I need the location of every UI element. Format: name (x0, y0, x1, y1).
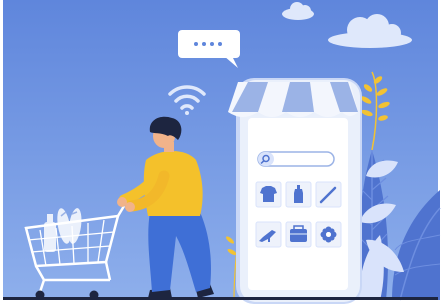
product-tile (285, 221, 312, 248)
product-tile (315, 181, 342, 208)
cart-wheel (89, 290, 99, 300)
hand (125, 202, 135, 212)
left-border (0, 0, 3, 307)
ground-line (3, 297, 438, 300)
product-tile (285, 181, 312, 208)
online-shopping-illustration (0, 0, 441, 307)
product-tile (315, 221, 342, 248)
bottom-border (0, 300, 441, 307)
store-awning (228, 82, 358, 117)
shirt (143, 151, 203, 216)
illustration-canvas (0, 0, 441, 307)
search-bar (257, 151, 335, 167)
cart-wheel (35, 290, 45, 300)
product-tile (255, 221, 282, 248)
product-tile (255, 181, 282, 208)
